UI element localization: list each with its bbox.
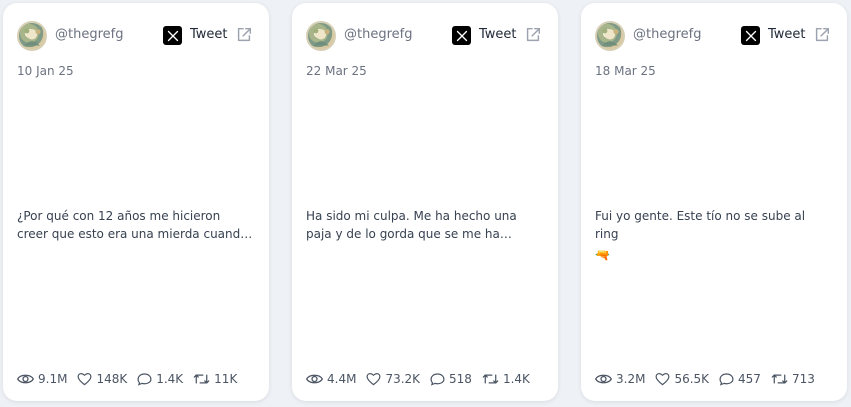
tweet-card[interactable]: @thegrefg Tweet 22 Mar 25 Ha sido mi cul… <box>292 3 558 401</box>
tweet-text-block: Fui yo gente. Este tío no se sube al rin… <box>595 207 831 264</box>
retweet-icon <box>193 372 210 386</box>
tweet-date: 18 Mar 25 <box>595 64 656 78</box>
retweets-count: 713 <box>791 372 815 386</box>
replies-count: 518 <box>449 372 472 386</box>
likes-count: 56.5K <box>674 372 710 386</box>
avatar[interactable] <box>595 21 625 51</box>
author-handle[interactable]: @thegrefg <box>633 27 701 42</box>
retweets-stat: 713 <box>771 372 815 386</box>
replies-stat: 457 <box>719 372 761 386</box>
external-link-icon[interactable] <box>235 26 253 44</box>
views-count: 9.1M <box>38 372 68 386</box>
tweet-link-label[interactable]: Tweet <box>768 27 806 42</box>
comment-icon <box>719 372 734 386</box>
author-handle[interactable]: @thegrefg <box>55 27 123 42</box>
tweet-date: 10 Jan 25 <box>17 64 74 78</box>
eye-icon <box>306 372 323 386</box>
tweet-link-label[interactable]: Tweet <box>190 27 228 42</box>
views-count: 4.4M <box>327 372 357 386</box>
likes-count: 73.2K <box>385 372 421 386</box>
x-logo-icon[interactable] <box>741 26 760 45</box>
water-pistol-emoji-icon: 🔫 <box>595 248 610 262</box>
likes-stat: 148K <box>77 372 127 386</box>
x-logo-icon[interactable] <box>452 26 471 45</box>
external-link-icon[interactable] <box>524 26 542 44</box>
views-stat: 4.4M <box>306 372 356 386</box>
replies-stat: 518 <box>430 372 472 386</box>
tweet-date: 22 Mar 25 <box>306 64 367 78</box>
retweets-stat: 11K <box>193 372 237 386</box>
replies-stat: 1.4K <box>137 372 183 386</box>
tweet-card-header: @thegrefg Tweet <box>3 21 269 51</box>
heart-icon <box>366 372 381 386</box>
comment-icon <box>430 372 445 386</box>
tweet-card[interactable]: @thegrefg Tweet 10 Jan 25 ¿Por qué con 1… <box>3 3 269 401</box>
tweet-card[interactable]: @thegrefg Tweet 18 Mar 25 Fui yo gente. … <box>581 3 847 401</box>
retweets-stat: 1.4K <box>482 372 530 386</box>
likes-count: 148K <box>96 372 128 386</box>
likes-stat: 73.2K <box>366 372 420 386</box>
replies-count: 457 <box>738 372 761 386</box>
tweet-text: ¿Por qué con 12 años me hicieron creer q… <box>17 209 248 241</box>
tweet-link-label[interactable]: Tweet <box>479 27 517 42</box>
avatar[interactable] <box>306 21 336 51</box>
views-count: 3.2M <box>616 372 646 386</box>
retweet-icon <box>482 372 499 386</box>
retweets-count: 1.4K <box>502 372 530 386</box>
comment-icon <box>137 372 152 386</box>
tweet-text: Fui yo gente. Este tío no se sube al rin… <box>595 209 806 241</box>
heart-icon <box>655 372 670 386</box>
retweet-icon <box>771 372 788 386</box>
tweet-text: Ha sido mi culpa. Me ha hecho una paja y… <box>306 209 517 241</box>
heart-icon <box>77 372 92 386</box>
views-stat: 3.2M <box>595 372 645 386</box>
retweets-count: 11K <box>214 372 238 386</box>
x-logo-icon[interactable] <box>163 26 182 45</box>
tweet-stats: 4.4M 73.2K 518 1.4K <box>306 370 530 388</box>
tweet-stats: 3.2M 56.5K 457 713 <box>595 370 815 388</box>
tweet-card-header: @thegrefg Tweet <box>292 21 558 51</box>
external-link-icon[interactable] <box>813 26 831 44</box>
eye-icon <box>17 372 34 386</box>
likes-stat: 56.5K <box>655 372 709 386</box>
eye-icon <box>595 372 612 386</box>
views-stat: 9.1M <box>17 372 67 386</box>
replies-count: 1.4K <box>156 372 184 386</box>
tweet-card-header: @thegrefg Tweet <box>581 21 847 51</box>
author-handle[interactable]: @thegrefg <box>344 27 412 42</box>
avatar[interactable] <box>17 21 47 51</box>
tweet-stats: 9.1M 148K 1.4K 11K <box>17 370 237 388</box>
